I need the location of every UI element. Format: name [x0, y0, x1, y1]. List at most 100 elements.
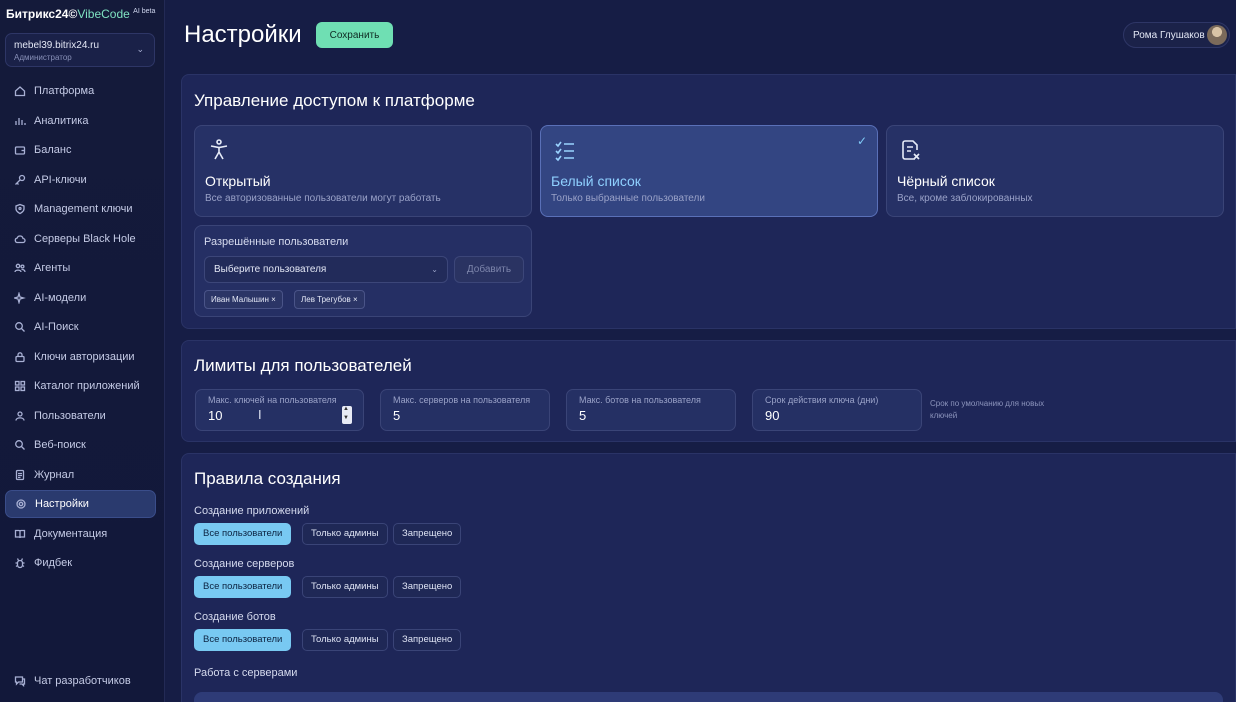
user-menu[interactable]: Рома Глушаков: [1123, 22, 1230, 48]
rule-label-bots: Создание ботов: [194, 611, 276, 623]
number-stepper[interactable]: [342, 406, 352, 424]
field-value: 5: [579, 408, 587, 423]
bar-chart-icon: [14, 115, 26, 127]
sidebar-item-ai-models[interactable]: AI-модели: [5, 284, 156, 312]
field-value: 10: [208, 408, 223, 423]
checklist-icon: [553, 138, 577, 162]
bug-icon: [14, 557, 26, 569]
access-panel: Управление доступом к платформе Открытый…: [181, 74, 1236, 329]
sidebar-item-label: Настройки: [35, 498, 89, 510]
sidebar-item-app-catalog[interactable]: Каталог приложений: [5, 372, 156, 400]
sidebar-item-label: Баланс: [34, 144, 72, 156]
lock-icon: [14, 351, 26, 363]
user-tag[interactable]: Иван Малышин ×: [204, 290, 283, 309]
apps-option-all[interactable]: Все пользователи: [194, 523, 292, 545]
sidebar-item-management-keys[interactable]: Management ключи: [5, 195, 156, 223]
sparkles-icon: [14, 291, 26, 304]
sidebar-item-label: Агенты: [34, 262, 71, 274]
sidebar-item-ai-search[interactable]: AI-Поиск: [5, 313, 156, 341]
sidebar-item-web-search[interactable]: Веб-поиск: [5, 431, 156, 459]
allowed-users-label: Разрешённые пользователи: [204, 236, 349, 248]
sidebar-item-dev-chat[interactable]: Чат разработчиков: [5, 667, 156, 695]
bots-option-admins[interactable]: Только админы: [302, 629, 388, 651]
chevron-down-icon: ⌄: [136, 44, 144, 54]
servers-option-admins[interactable]: Только админы: [302, 576, 388, 598]
rules-panel: Правила создания Создание приложений Все…: [181, 453, 1236, 702]
sidebar-item-docs[interactable]: Документация: [5, 520, 156, 548]
mode-title: Белый список: [551, 173, 641, 189]
account-role: Администратор: [14, 53, 72, 62]
server-work-section: [194, 692, 1223, 702]
page-title: Настройки: [184, 21, 302, 48]
gear-icon: [15, 498, 27, 510]
account-switcher[interactable]: mebel39.bitrix24.ru Администратор ⌄: [5, 33, 155, 67]
brand-product: VibeCode: [77, 7, 130, 21]
sidebar-item-label: AI-Поиск: [34, 321, 79, 333]
sidebar-item-journal[interactable]: Журнал: [5, 461, 156, 489]
brand-name: Битрикс24: [6, 7, 69, 21]
sidebar-item-feedback[interactable]: Фидбек: [5, 549, 156, 577]
limits-title: Лимиты для пользователей: [194, 356, 412, 375]
servers-option-forbidden[interactable]: Запрещено: [393, 576, 462, 598]
user-name: Рома Глушаков: [1133, 29, 1205, 41]
save-button[interactable]: Сохранить: [316, 22, 393, 48]
account-domain: mebel39.bitrix24.ru: [14, 40, 100, 51]
user-tag[interactable]: Лев Трегубов ×: [294, 290, 365, 309]
user-select[interactable]: Выберите пользователя ⌄: [204, 256, 448, 283]
sidebar-item-users[interactable]: Пользователи: [5, 402, 156, 430]
chat-icon: [14, 675, 26, 687]
sidebar-item-settings[interactable]: Настройки: [5, 490, 156, 518]
max-keys-field[interactable]: Макс. ключей на пользователя 10 I: [195, 389, 364, 431]
bots-option-all[interactable]: Все пользователи: [194, 629, 292, 651]
sidebar-item-agents[interactable]: Агенты: [5, 254, 156, 282]
apps-option-forbidden[interactable]: Запрещено: [393, 523, 462, 545]
mode-title: Открытый: [205, 173, 271, 189]
accessibility-icon: [207, 138, 231, 162]
mode-description: Все, кроме заблокированных: [897, 193, 1033, 204]
bots-option-forbidden[interactable]: Запрещено: [393, 629, 462, 651]
brand-badge: AI beta: [133, 8, 156, 15]
mode-open-card[interactable]: Открытый Все авторизованные пользователи…: [194, 125, 532, 217]
sidebar-item-api-keys[interactable]: API-ключи: [5, 166, 156, 194]
sidebar-item-label: Каталог приложений: [34, 380, 140, 392]
sidebar-item-label: Аналитика: [34, 114, 89, 127]
access-title: Управление доступом к платформе: [194, 91, 475, 110]
mode-whitelist-card[interactable]: ✓ Белый список Только выбранные пользова…: [540, 125, 878, 217]
grid-icon: [14, 380, 26, 392]
apps-option-admins[interactable]: Только админы: [302, 523, 388, 545]
sidebar-nav: Платформа Аналитика Баланс API-ключи Man…: [5, 77, 156, 579]
rule-label-apps: Создание приложений: [194, 505, 310, 517]
sidebar-item-balance[interactable]: Баланс: [5, 136, 156, 164]
text-cursor-icon: I: [258, 407, 262, 422]
rule-label-servers: Создание серверов: [194, 558, 295, 570]
allowed-users-box: Разрешённые пользователи Выберите пользо…: [194, 225, 532, 317]
add-user-button[interactable]: Добавить: [454, 256, 524, 283]
servers-option-all[interactable]: Все пользователи: [194, 576, 292, 598]
field-label: Срок действия ключа (дни): [765, 395, 879, 405]
sidebar-item-label: API-ключи: [34, 173, 87, 186]
rule-label-server-work: Работа с серверами: [194, 667, 298, 679]
sidebar-item-label: Документация: [34, 527, 108, 540]
users-group-icon: [14, 262, 26, 274]
sidebar-item-platform[interactable]: Платформа: [5, 77, 156, 105]
search-icon: [14, 321, 26, 333]
users-icon: [14, 410, 26, 422]
sidebar-item-label: Ключи авторизации: [34, 350, 135, 363]
sidebar-item-label: Журнал: [34, 468, 75, 481]
sidebar-item-auth-keys[interactable]: Ключи авторизации: [5, 343, 156, 371]
sidebar-item-analytics[interactable]: Аналитика: [5, 107, 156, 135]
mode-blacklist-card[interactable]: Чёрный список Все, кроме заблокированных: [886, 125, 1224, 217]
sidebar-item-label: Чат разработчиков: [34, 675, 131, 687]
field-value: 5: [393, 408, 401, 423]
max-bots-field[interactable]: Макс. ботов на пользователя 5: [566, 389, 736, 431]
brand-logo[interactable]: Битрикс24©VibeCode AI beta: [6, 7, 155, 21]
mode-description: Все авторизованные пользователи могут ра…: [205, 193, 441, 204]
max-servers-field[interactable]: Макс. серверов на пользователя 5: [380, 389, 550, 431]
sidebar-item-label: AI-модели: [34, 291, 87, 304]
rules-title: Правила создания: [194, 469, 341, 488]
sidebar-bottom: Чат разработчиков: [5, 667, 156, 697]
sidebar-item-black-hole-servers[interactable]: Серверы Black Hole: [5, 225, 156, 253]
check-icon: ✓: [856, 134, 867, 148]
key-expiry-field[interactable]: Срок действия ключа (дни) 90: [752, 389, 922, 431]
sidebar-item-label: Фидбек: [34, 557, 73, 569]
